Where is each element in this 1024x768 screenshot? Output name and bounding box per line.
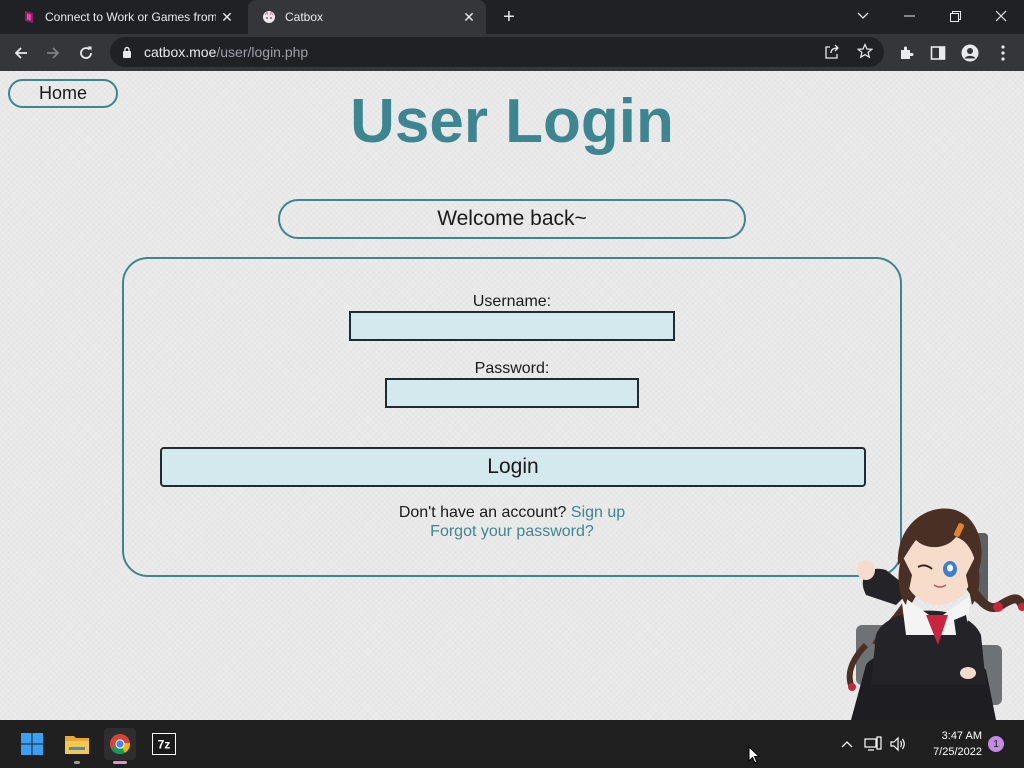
address-bar[interactable]: catbox.moe/user/login.php <box>110 37 884 67</box>
reload-icon[interactable] <box>73 40 99 66</box>
login-form: Username: Password: Login Don't have an … <box>122 257 902 577</box>
bookmark-star-icon[interactable] <box>856 43 874 62</box>
clock-time: 3:47 AM <box>941 730 982 742</box>
signup-link[interactable]: Sign up <box>571 504 625 521</box>
browser-toolbar: catbox.moe/user/login.php <box>0 34 1024 71</box>
system-clock[interactable]: 3:47 AM 7/25/2022 <box>916 728 982 760</box>
share-icon[interactable] <box>824 44 840 63</box>
lock-icon[interactable] <box>120 45 134 59</box>
close-window-button[interactable] <box>978 0 1024 32</box>
tab-title: Connect to Work or Games from <box>45 10 216 24</box>
active-indicator <box>113 761 127 764</box>
password-label: Password: <box>474 360 550 377</box>
page-content: Home User Login Welcome back~ Username: … <box>0 71 1024 720</box>
svg-text:7z: 7z <box>158 738 171 752</box>
tab-search-icon[interactable] <box>840 0 886 32</box>
password-input[interactable] <box>385 378 639 408</box>
forgot-password-link[interactable]: Forgot your password? <box>430 523 594 540</box>
tab-parsec[interactable]: Connect to Work or Games from ✕ <box>8 0 244 34</box>
minimize-button[interactable] <box>886 0 932 32</box>
network-icon[interactable] <box>862 732 884 756</box>
7zip-icon[interactable]: 7z <box>148 728 180 760</box>
side-panel-icon[interactable] <box>925 40 951 66</box>
tab-catbox[interactable]: Catbox ✕ <box>248 0 486 34</box>
file-explorer-icon[interactable] <box>61 728 93 764</box>
chrome-icon[interactable] <box>104 728 136 764</box>
windows-taskbar: 7z 3:47 AM 7/25/2022 <box>0 720 1024 768</box>
profile-icon[interactable] <box>957 40 983 66</box>
close-tab-icon[interactable]: ✕ <box>216 6 238 28</box>
volume-icon[interactable] <box>887 732 909 756</box>
anime-character-illustration <box>846 508 1024 720</box>
page-title: User Login <box>350 87 674 156</box>
no-account-text: Don't have an account? <box>398 504 567 521</box>
tab-title: Catbox <box>285 10 324 24</box>
close-tab-icon[interactable]: ✕ <box>458 6 480 28</box>
tab-strip: Connect to Work or Games from ✕ Catbox ✕… <box>0 0 1024 34</box>
back-icon[interactable] <box>8 40 34 66</box>
notification-badge[interactable]: 1 <box>988 736 1004 752</box>
url-path: /user/login.php <box>216 44 309 60</box>
login-button[interactable]: Login <box>160 447 866 487</box>
forward-icon[interactable] <box>40 40 66 66</box>
extensions-icon[interactable] <box>893 40 919 66</box>
catbox-icon <box>262 10 276 24</box>
new-tab-button[interactable]: + <box>496 5 522 29</box>
windows-start-icon[interactable] <box>16 728 48 760</box>
username-input[interactable] <box>349 311 675 341</box>
account-links: Don't have an account? Sign up Forgot yo… <box>124 503 900 541</box>
welcome-banner: Welcome back~ <box>278 199 746 239</box>
clock-date: 7/25/2022 <box>933 746 982 758</box>
running-indicator <box>74 761 80 764</box>
show-hidden-icons-icon[interactable] <box>836 732 858 756</box>
url-host: catbox.moe <box>144 44 217 60</box>
parsec-icon <box>22 10 36 24</box>
mouse-cursor-icon <box>748 746 760 764</box>
username-label: Username: <box>472 293 552 310</box>
restore-button[interactable] <box>932 0 978 32</box>
menu-kebab-icon[interactable] <box>990 40 1016 66</box>
